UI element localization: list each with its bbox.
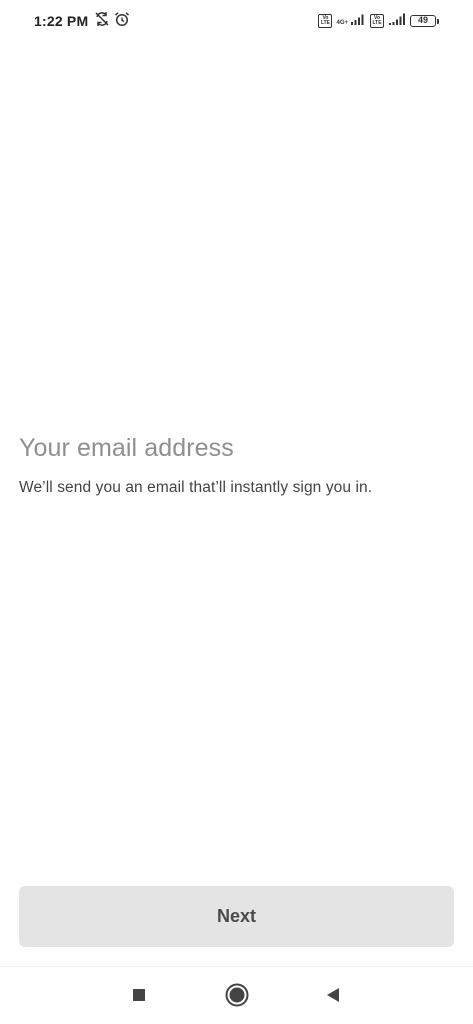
volte-sim1-badge: Vo LTE <box>318 14 333 28</box>
page-subtitle: We’ll send you an email that’ll instantl… <box>19 479 373 496</box>
volte-sim2-badge: Vo LTE <box>370 14 384 28</box>
alarm-icon <box>114 11 130 32</box>
back-triangle-icon[interactable] <box>315 977 351 1013</box>
signal-sim1-icon <box>350 12 366 31</box>
status-time: 1:22 PM <box>34 13 89 29</box>
recents-square-icon[interactable] <box>121 977 157 1013</box>
status-right-icons: Vo LTE 4G+ Vo LTE 49 <box>318 12 439 31</box>
battery-icon: 49 <box>410 15 439 27</box>
volte-sim2-bottom: LTE <box>372 20 382 26</box>
email-signin-screen: 1:22 PM Vo LTE 4G+ Vo LTE 49 Your email … <box>0 0 473 1024</box>
sync-off-icon <box>94 11 110 32</box>
battery-tip <box>437 18 439 24</box>
page-title: Your email address <box>19 434 234 462</box>
status-left-icons <box>94 11 130 32</box>
main-content: Your email address We’ll send you an ema… <box>19 434 454 497</box>
home-circle-icon[interactable] <box>219 977 255 1013</box>
system-nav-bar <box>0 967 473 1024</box>
next-button[interactable]: Next <box>19 886 454 947</box>
signal-sim2-icon <box>388 12 406 31</box>
network-type-label: 4G+ <box>336 19 348 26</box>
battery-level: 49 <box>410 15 436 27</box>
status-bar: 1:22 PM Vo LTE 4G+ Vo LTE 49 <box>0 0 473 42</box>
volte-sim1-bottom: LTE <box>320 20 331 26</box>
